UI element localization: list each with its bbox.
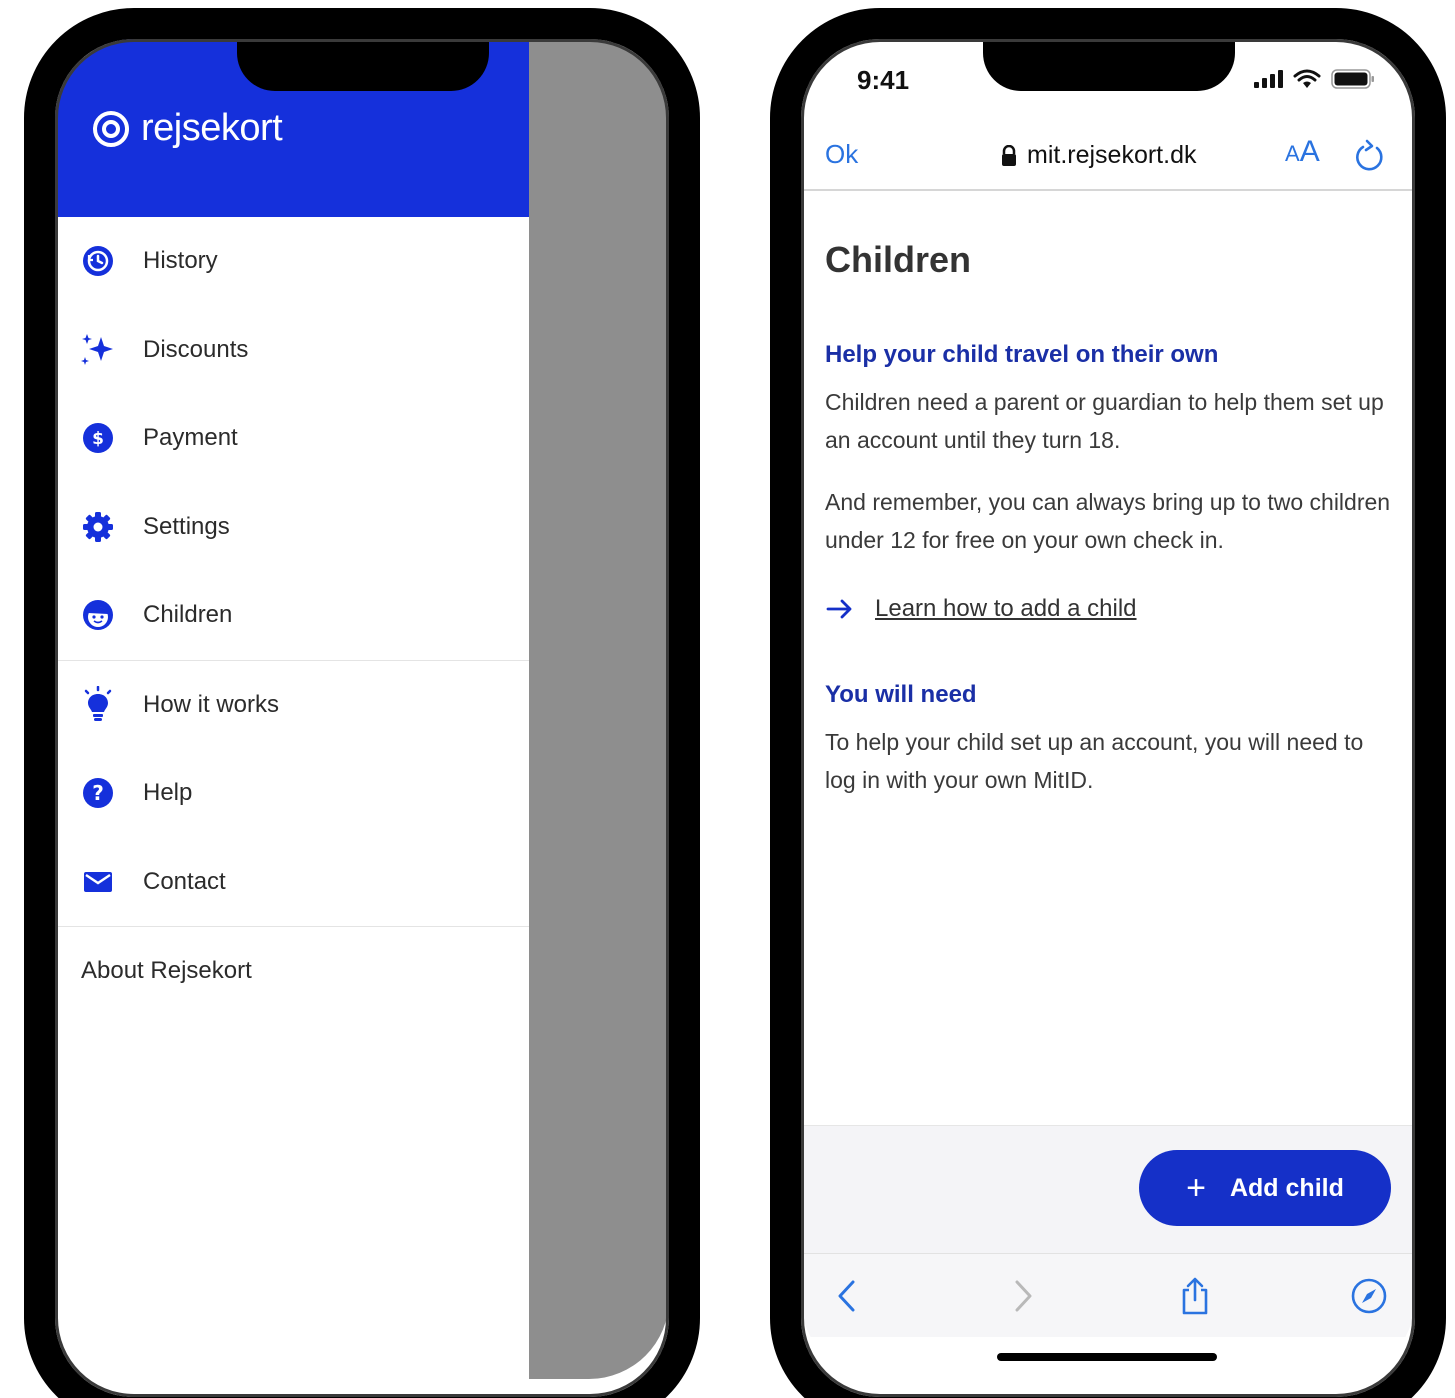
phone-frame [24, 8, 700, 1398]
phone-right: 9:41 Ok mit.rejsekort.dk AA Children Hel… [770, 8, 1446, 1398]
phone-left: rejsekort History Discounts $ Payment Se… [24, 8, 700, 1398]
phone-frame [770, 8, 1446, 1398]
